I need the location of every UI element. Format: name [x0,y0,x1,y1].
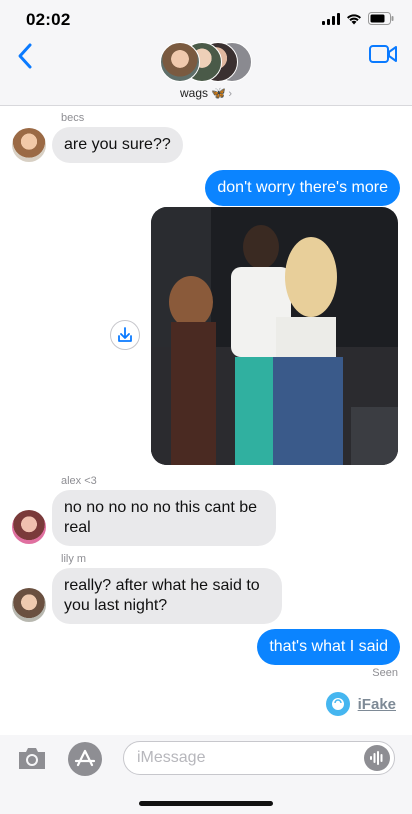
home-indicator[interactable] [139,801,273,806]
signal-icon [322,12,340,25]
message-input[interactable]: iMessage [123,741,395,775]
avatar[interactable] [12,510,46,544]
chevron-right-icon: › [228,88,232,100]
message-image[interactable] [151,207,398,465]
group-name-label: wags 🦋 [180,86,227,100]
battery-icon [368,12,394,25]
conversation-header: 02:02 wags 🦋 › [0,0,412,106]
avatar[interactable] [12,128,46,162]
wifi-icon [347,13,361,24]
sender-name: lily m [61,553,87,565]
group-avatars[interactable] [160,42,252,82]
message-input-placeholder: iMessage [137,749,206,766]
download-icon [118,327,132,342]
sender-name: alex <3 [61,475,97,487]
audio-waveform-icon[interactable] [364,745,390,771]
app-store-glyph [74,749,96,767]
photo-content [151,207,398,465]
message-bubble-incoming[interactable]: no no no no no this cant be real [52,490,276,546]
back-chevron-icon[interactable] [14,42,36,70]
status-icons [322,12,394,25]
sender-name: becs [61,112,85,124]
status-time: 02:02 [26,10,71,29]
video-call-icon[interactable] [369,44,397,64]
save-image-button[interactable] [110,320,140,350]
message-bubble-outgoing[interactable]: don't worry there's more [205,170,400,206]
app-store-icon[interactable] [68,742,102,776]
status-bar: 02:02 [0,0,412,40]
group-avatar-1 [160,42,200,82]
message-bubble-outgoing[interactable]: that's what I said [257,629,400,665]
message-bubble-incoming[interactable]: are you sure?? [52,127,183,163]
ifake-watermark[interactable]: iFake [325,692,396,716]
ifake-logo-icon [325,692,350,716]
avatar[interactable] [12,588,46,622]
seen-status: Seen [372,667,398,679]
ifake-label: iFake [357,695,396,713]
group-name[interactable]: wags 🦋 › [0,86,412,100]
message-bubble-incoming[interactable]: really? after what he said to you last n… [52,568,282,624]
camera-icon[interactable] [16,745,48,771]
